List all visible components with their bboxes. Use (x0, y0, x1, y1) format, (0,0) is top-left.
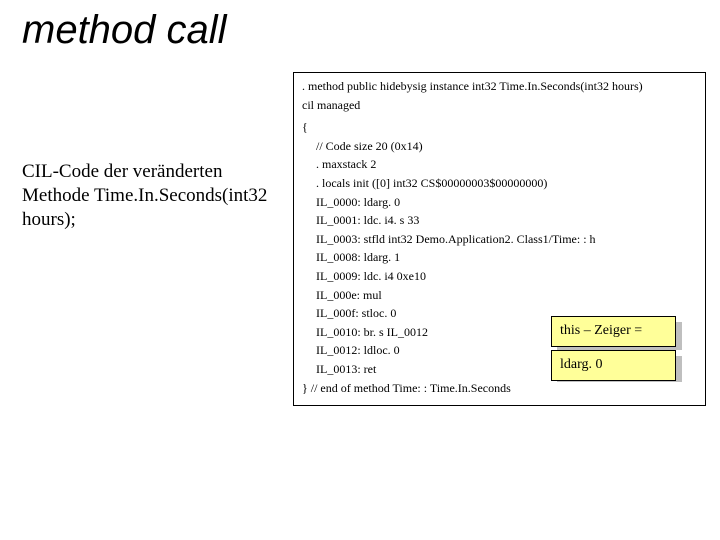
callout-ldarg: ldarg. 0 (551, 350, 676, 376)
callout-this-pointer: this – Zeiger = (551, 316, 676, 344)
code-line: IL_0000: ldarg. 0 (316, 193, 697, 212)
code-line: IL_000e: mul (316, 286, 697, 305)
code-line: IL_0003: stfld int32 Demo.Application2. … (316, 230, 697, 249)
slide-title: method call (22, 8, 227, 53)
code-line: IL_0001: ldc. i4. s 33 (316, 211, 697, 230)
code-line: . locals init ([0] int32 CS$00000003$000… (316, 174, 697, 193)
code-line: IL_0008: ldarg. 1 (316, 248, 697, 267)
method-signature: . method public hidebysig instance int32… (302, 77, 697, 114)
sig-line-1: . method public hidebysig instance int32… (302, 79, 643, 93)
code-line: IL_0009: ldc. i4 0xe10 (316, 267, 697, 286)
sig-line-2: cil managed (302, 98, 360, 112)
callout-text: this – Zeiger = (551, 316, 676, 347)
code-line: . maxstack 2 (316, 155, 697, 174)
callout-text: ldarg. 0 (551, 350, 676, 381)
brace-open: { (302, 118, 697, 137)
code-line: // Code size 20 (0x14) (316, 137, 697, 156)
description-text: CIL-Code der veränderten Methode Time.In… (22, 160, 277, 231)
